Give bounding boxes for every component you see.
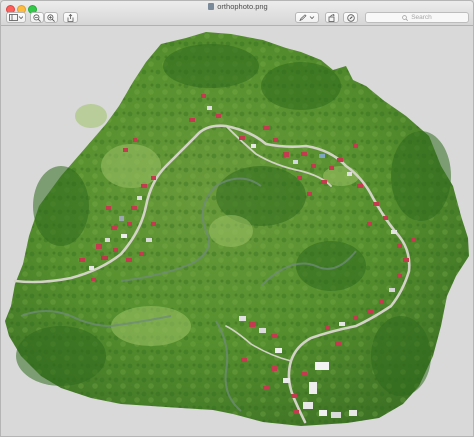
search-field[interactable]: Search xyxy=(365,12,469,23)
image-canvas xyxy=(1,26,474,437)
zoom-out-button[interactable] xyxy=(30,12,44,23)
share-button[interactable] xyxy=(63,12,78,23)
annotate-button[interactable] xyxy=(343,12,358,23)
zoom-in-button[interactable] xyxy=(44,12,58,23)
window-title-text: orthophoto.png xyxy=(217,2,268,11)
share-icon xyxy=(67,13,74,22)
sidebar-toggle-icon xyxy=(9,14,23,21)
search-placeholder: Search xyxy=(411,14,432,21)
markup-pen-icon xyxy=(299,14,315,21)
sidebar-toggle-button[interactable] xyxy=(6,12,26,23)
search-icon xyxy=(402,14,409,21)
annotate-circle-icon xyxy=(346,13,355,22)
preview-window: orthophoto.png Search xyxy=(0,0,474,437)
orthophoto-image[interactable] xyxy=(1,26,474,437)
markup-button[interactable] xyxy=(295,12,319,23)
zoom-in-icon xyxy=(47,13,55,22)
rotate-button[interactable] xyxy=(325,12,339,23)
window-title: orthophoto.png xyxy=(1,2,473,11)
image-file-icon xyxy=(208,3,215,10)
rotate-icon xyxy=(328,13,335,22)
zoom-out-icon xyxy=(33,13,41,22)
title-bar: orthophoto.png Search xyxy=(1,1,473,26)
